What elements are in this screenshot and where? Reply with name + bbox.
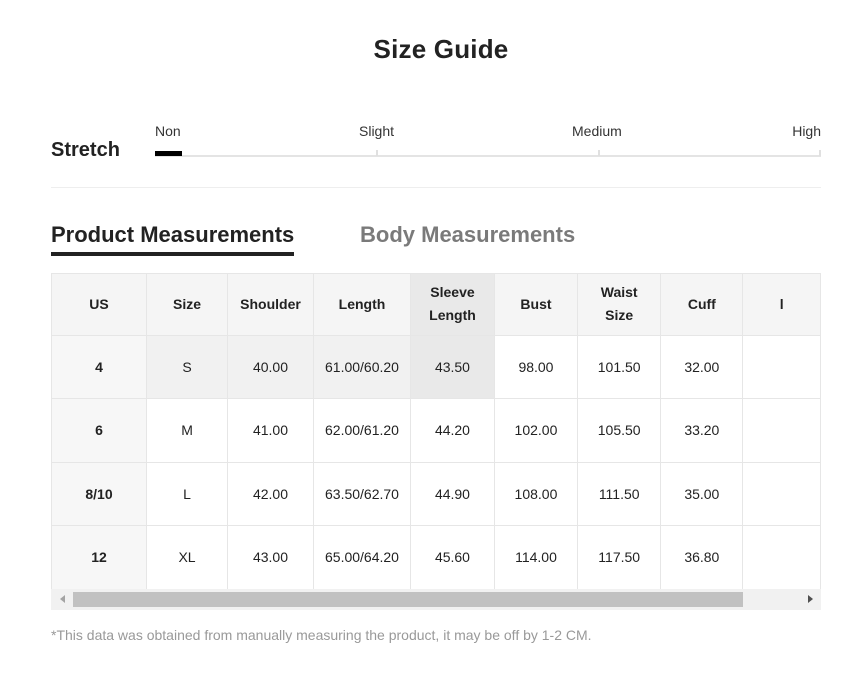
table-cell: 45.60: [410, 525, 495, 589]
table-cell: 108.00: [494, 462, 579, 526]
section-divider: [51, 187, 821, 188]
table-cell: 43.50: [410, 335, 495, 399]
table-cell: 42.00: [227, 462, 314, 526]
table-cell: 43.00: [227, 525, 314, 589]
table-row: 12 XL 43.00 65.00/64.20 45.60 114.00 117.50 36.…: [52, 525, 821, 589]
stretch-scale: Non Slight Medium High: [155, 120, 821, 160]
table-header-cell: l: [742, 274, 821, 336]
table-cell: 41.00: [227, 398, 314, 463]
table-header-cell: US: [52, 274, 148, 336]
table-row: 8/10 L 42.00 63.50/62.70 44.90 108.00 111.50 35…: [52, 462, 821, 526]
table-cell: L: [146, 462, 229, 526]
stretch-label: Stretch: [51, 139, 120, 161]
table-cell: 62.00/61.20: [313, 398, 412, 463]
scrollbar-thumb[interactable]: [73, 592, 743, 607]
table-cell: 33.20: [660, 398, 744, 463]
table-cell: 35.00: [660, 462, 744, 526]
table-header-cell: Waist Size: [577, 274, 662, 336]
table-cell: S: [146, 335, 229, 399]
table-row: 4 S 40.00 61.00/60.20 43.50 98.00 101.50 32.00: [52, 335, 821, 399]
table-cell: 117.50: [577, 525, 662, 589]
tab-product-measurements[interactable]: Product Measurements: [51, 222, 295, 256]
table-body: 4 S 40.00 61.00/60.20 43.50 98.00 101.50 32.00 6…: [52, 335, 821, 589]
table-cell: [742, 462, 821, 526]
table-header-row: US Size Shoulder Length Sleeve Length Bust Wais…: [52, 274, 821, 336]
table-cell: 32.00: [660, 335, 744, 399]
horizontal-scrollbar[interactable]: [51, 589, 821, 610]
size-guide-title: Size Guide: [373, 34, 509, 64]
scroll-right-arrow-icon[interactable]: [808, 595, 813, 603]
table-cell: [742, 335, 821, 399]
table-header-cell: Cuff: [660, 274, 744, 336]
table-cell: 111.50: [577, 462, 662, 526]
measurements-table: US Size Shoulder Length Sleeve Length Bust Wais…: [52, 274, 821, 589]
table-cell: XL: [146, 525, 229, 589]
tab-body-measurements[interactable]: Body Measurements: [360, 222, 575, 248]
table-cell: 105.50: [577, 398, 662, 463]
table-cell-us-size: 4: [52, 335, 148, 399]
measurements-table-container[interactable]: US Size Shoulder Length Sleeve Length Bust Wais…: [51, 273, 821, 589]
stretch-fill: [155, 151, 182, 156]
table-cell-us-size: 8/10: [52, 462, 148, 526]
table-cell: 114.00: [494, 525, 579, 589]
table-cell-us-size: 12: [52, 525, 148, 589]
table-header-cell: Length: [313, 274, 412, 336]
stretch-tick-slight: [376, 150, 378, 156]
stretch-track: [155, 155, 821, 157]
table-cell: [742, 525, 821, 589]
table-cell: 44.20: [410, 398, 495, 463]
table-cell: M: [146, 398, 229, 463]
table-cell: 102.00: [494, 398, 579, 463]
table-cell: 63.50/62.70: [313, 462, 412, 526]
table-cell: 65.00/64.20: [313, 525, 412, 589]
measurement-disclaimer: *This data was obtained from manually me…: [51, 627, 592, 643]
table-header-cell: Sleeve Length: [410, 274, 495, 336]
table-header-cell: Size: [146, 274, 229, 336]
table-header-cell: Shoulder: [227, 274, 314, 336]
table-cell: 44.90: [410, 462, 495, 526]
stretch-level-medium: Medium: [572, 123, 622, 139]
scroll-left-arrow-icon[interactable]: [60, 595, 65, 603]
stretch-level-slight: Slight: [359, 123, 395, 139]
table-cell: 36.80: [660, 525, 744, 589]
table-cell: 101.50: [577, 335, 662, 399]
table-cell: 98.00: [494, 335, 579, 399]
table-cell: 40.00: [227, 335, 314, 399]
table-row: 6 M 41.00 62.00/61.20 44.20 102.00 105.50 33.20: [52, 398, 821, 463]
stretch-tick-medium: [598, 150, 600, 156]
stretch-level-non: Non: [155, 123, 181, 139]
stretch-level-high: High: [792, 123, 821, 139]
stretch-tick-high: [819, 150, 821, 156]
table-cell: [742, 398, 821, 463]
table-cell-us-size: 6: [52, 398, 148, 463]
table-cell: 61.00/60.20: [313, 335, 412, 399]
table-header-cell: Bust: [494, 274, 579, 336]
